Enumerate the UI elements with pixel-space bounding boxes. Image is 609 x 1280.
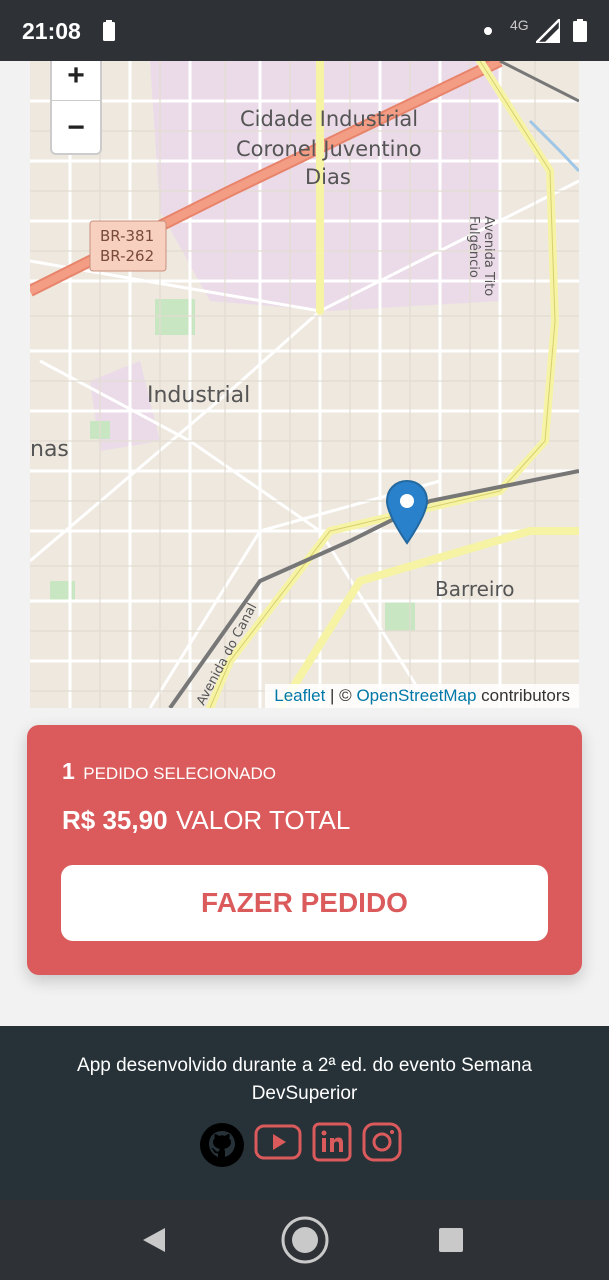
order-summary-card: 1 PEDIDO SELECIONADO R$ 35,90 VALOR TOTA… (27, 725, 582, 975)
total-amount: R$ 35,90 (62, 805, 168, 835)
status-bar: 21:08 4G (0, 0, 609, 61)
notification-dot-icon (484, 27, 492, 35)
total-label: VALOR TOTAL (175, 805, 351, 835)
order-count-label: PEDIDO SELECIONADO (83, 764, 276, 783)
battery-icon (573, 19, 587, 42)
zoom-in-button[interactable]: + (52, 61, 100, 101)
system-navigation-bar (0, 1200, 609, 1280)
total-value-line: R$ 35,90 VALOR TOTAL (62, 805, 350, 836)
signal-icon (536, 19, 560, 43)
selected-orders-line: 1 PEDIDO SELECIONADO (62, 758, 276, 785)
back-icon[interactable] (141, 1226, 167, 1254)
zoom-out-button[interactable]: − (52, 103, 100, 153)
linkedin-icon[interactable] (312, 1122, 352, 1162)
map-label-avenue: Avenida Tito Fulgêncio (466, 216, 496, 297)
order-count: 1 (62, 758, 75, 784)
map-attribution: Leaflet | © OpenStreetMap contributors (265, 684, 579, 708)
attribution-suffix: contributors (476, 686, 570, 705)
network-type: 4G (510, 17, 529, 33)
notification-battery-icon (103, 20, 115, 41)
map-label-industrial: Industrial (147, 383, 251, 408)
map-label-partial: nas (30, 437, 69, 462)
location-marker-icon[interactable] (385, 479, 429, 547)
map-label-district: Dias (305, 165, 351, 189)
zoom-control: + − (50, 61, 102, 155)
place-order-button[interactable]: FAZER PEDIDO (61, 865, 548, 941)
map-label-road: BR-262 (100, 247, 155, 265)
openstreetmap-link[interactable]: OpenStreetMap (356, 686, 476, 705)
map-view[interactable]: + − Cidade Industrial Coronel Juventino … (30, 61, 579, 708)
footer: App desenvolvido durante a 2ª ed. do eve… (0, 1026, 609, 1200)
github-icon[interactable] (199, 1122, 245, 1168)
instagram-icon[interactable] (362, 1122, 402, 1162)
home-icon[interactable] (280, 1215, 330, 1265)
attribution-separator: | © (325, 686, 357, 705)
map-label-road: BR-381 (100, 227, 155, 245)
footer-text: App desenvolvido durante a 2ª ed. do eve… (77, 1055, 532, 1104)
map-label-district: Coronel Juventino (236, 137, 422, 161)
map-label-district: Cidade Industrial (240, 107, 419, 131)
status-time: 21:08 (22, 18, 81, 44)
youtube-icon[interactable] (254, 1124, 302, 1160)
map-label-barreiro: Barreiro (435, 577, 515, 601)
leaflet-link[interactable]: Leaflet (274, 686, 325, 705)
recents-icon[interactable] (438, 1227, 464, 1253)
